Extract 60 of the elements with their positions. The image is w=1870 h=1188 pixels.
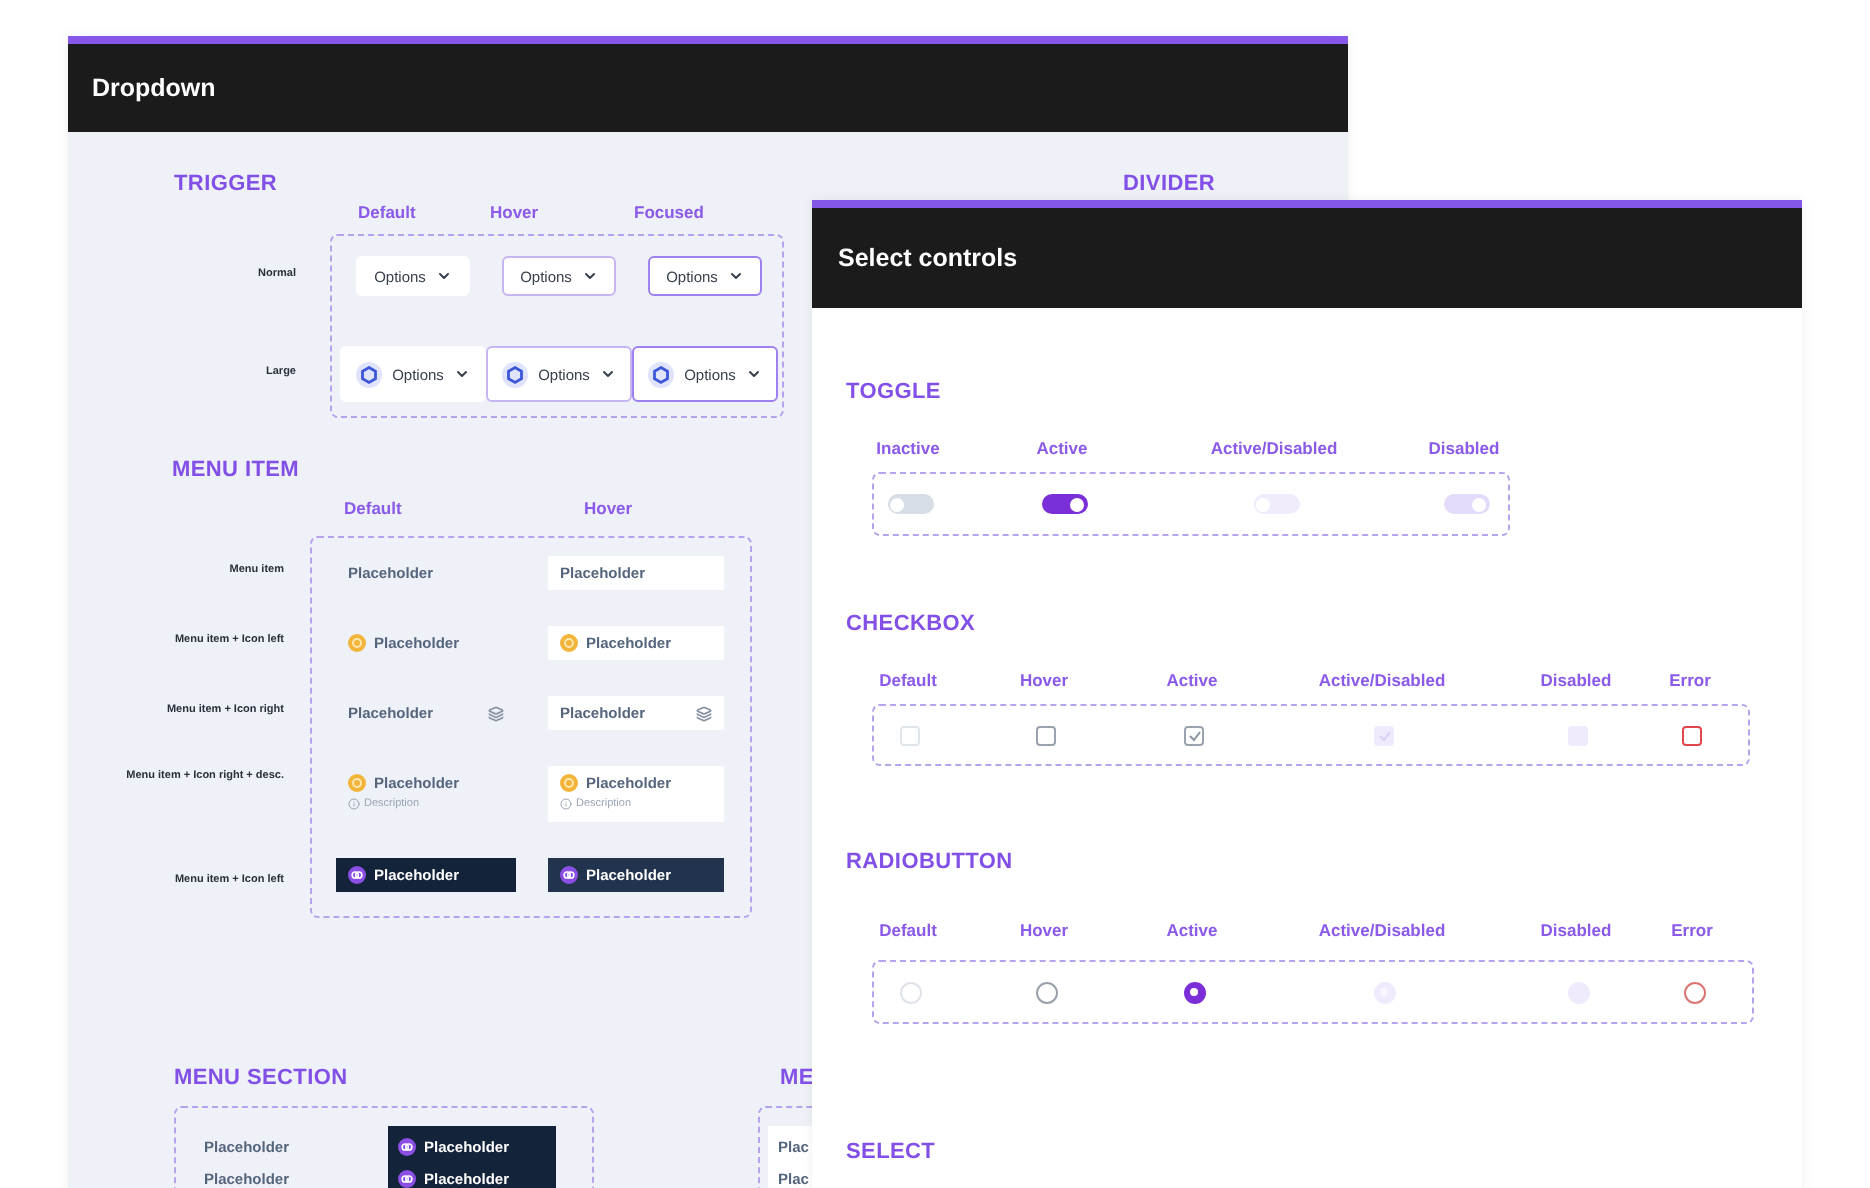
column-header: Error: [1671, 920, 1713, 940]
hexagon-icon: [502, 361, 529, 387]
hexagon-icon: [356, 361, 383, 387]
chevron-down-icon: [581, 268, 598, 284]
column-header: Active: [1036, 438, 1088, 458]
column-header: Disabled: [1428, 438, 1500, 458]
coin-icon: [560, 634, 578, 652]
section-heading: TRIGGER: [174, 172, 278, 196]
checkbox[interactable]: [1036, 725, 1056, 745]
column-header: Hover: [490, 202, 541, 222]
rings-icon: [348, 866, 366, 884]
section-heading: SELECT: [846, 1140, 938, 1164]
checkbox[interactable]: [1184, 725, 1204, 745]
section-heading: RADIOBUTTON: [846, 850, 1015, 874]
board-title: Select controls: [838, 244, 1018, 272]
column-header: Default: [879, 670, 937, 690]
column-header: Active/Disabled: [1318, 670, 1446, 690]
radio-button[interactable]: [1683, 981, 1705, 1003]
coin-icon: [560, 774, 578, 792]
rings-icon: [398, 1138, 416, 1156]
rings-icon: [398, 1170, 416, 1188]
chevron-down-icon: [745, 366, 762, 382]
checkbox[interactable]: [1682, 725, 1702, 745]
column-header: Active/Disabled: [1210, 438, 1338, 458]
column-header: Hover: [1019, 920, 1069, 940]
column-header: Disabled: [1540, 670, 1612, 690]
column-header: Error: [1669, 670, 1711, 690]
rings-icon: [560, 866, 578, 884]
column-header: Disabled: [1540, 920, 1612, 940]
layers-icon: [488, 705, 504, 721]
column-header: Default: [344, 498, 404, 518]
chevron-down-icon: [435, 268, 452, 284]
info-icon: [560, 798, 572, 810]
toggle-switch[interactable]: [1041, 494, 1087, 514]
section-heading: CHECKBOX: [846, 612, 978, 636]
column-header: Hover: [1019, 670, 1069, 690]
info-icon: [348, 798, 360, 810]
section-heading: DIVIDER: [1123, 172, 1216, 196]
chevron-down-icon: [599, 366, 616, 382]
coin-icon: [348, 774, 366, 792]
chevron-down-icon: [727, 268, 744, 284]
radio-button[interactable]: [1183, 981, 1205, 1003]
section-heading: TOGGLE: [846, 380, 943, 404]
chevron-down-icon: [453, 366, 470, 382]
column-header: Active: [1166, 670, 1218, 690]
section-heading: MENU ITEM: [172, 458, 300, 482]
column-header: Active: [1166, 920, 1218, 940]
radio-button[interactable]: [1035, 981, 1057, 1003]
column-header: Active/Disabled: [1318, 920, 1446, 940]
column-header: Hover: [584, 498, 635, 518]
column-header: Default: [879, 920, 937, 940]
layers-icon: [696, 705, 712, 721]
toggle-switch[interactable]: [887, 494, 933, 514]
board-title: Dropdown: [92, 74, 216, 102]
hexagon-icon: [648, 361, 675, 387]
column-header: Inactive: [876, 438, 940, 458]
section-heading: MENU SECTION: [174, 1066, 348, 1090]
column-header: Focused: [634, 202, 706, 222]
coin-icon: [348, 634, 366, 652]
column-header: Default: [358, 202, 418, 222]
